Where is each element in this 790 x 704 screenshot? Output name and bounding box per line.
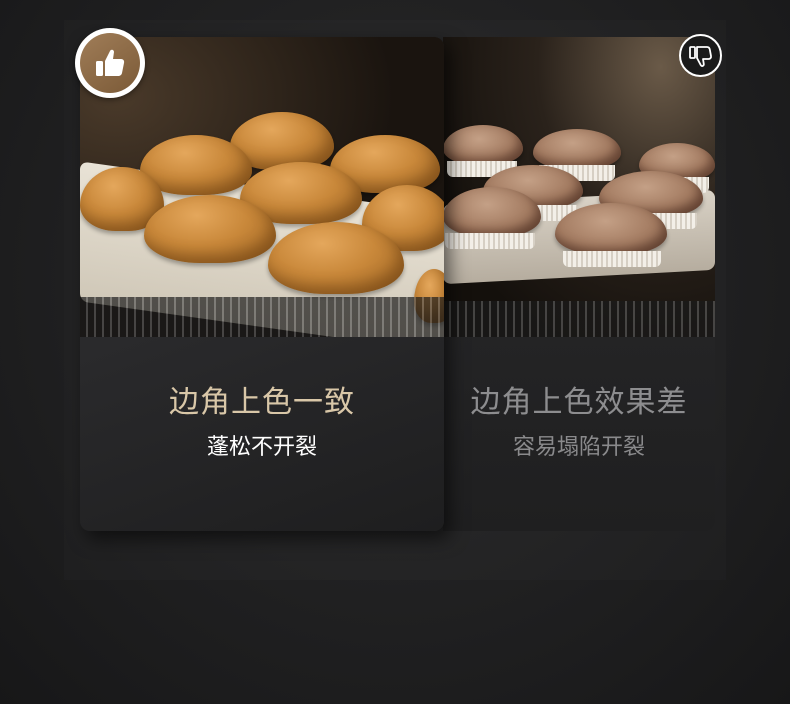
comparison-card-good: 边角上色一致 蓬松不开裂: [80, 37, 444, 531]
comparison-card-bad: 边角上色效果差 容易塌陷开裂: [443, 37, 715, 531]
good-subtitle: 蓬松不开裂: [206, 435, 317, 460]
good-title: 边角上色一致: [169, 385, 355, 420]
thumbs-down-icon: [688, 45, 712, 67]
bad-title: 边角上色效果差: [470, 385, 688, 420]
thumbs-down-badge: [679, 34, 722, 77]
thumbs-up-icon: [80, 33, 140, 93]
bad-subtitle: 容易塌陷开裂: [512, 435, 645, 460]
thumbs-up-badge: [75, 28, 145, 98]
bad-muffins-photo: [443, 37, 715, 337]
